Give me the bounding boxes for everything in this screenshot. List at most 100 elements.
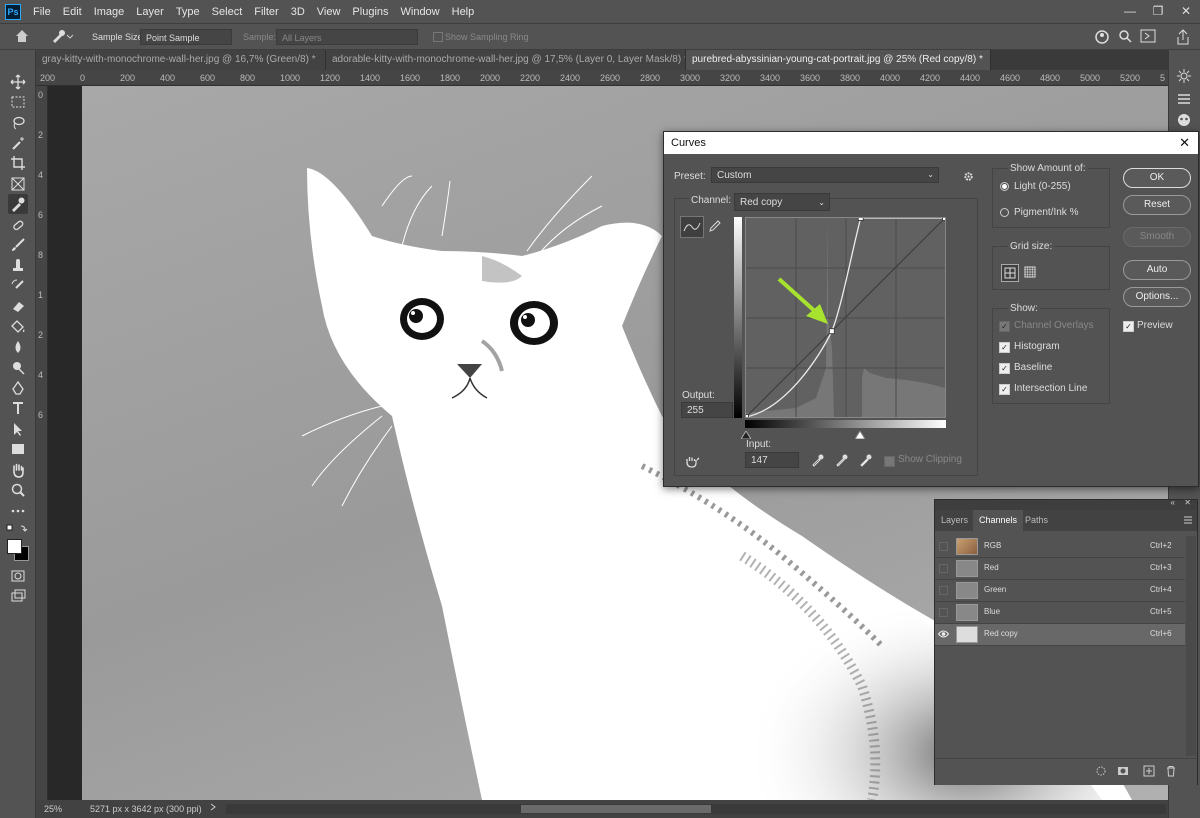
menu-filter[interactable]: Filter [248, 6, 284, 18]
channel-row-red[interactable]: Red Ctrl+3 [935, 558, 1185, 580]
home-icon[interactable] [14, 28, 30, 47]
frame-tool-icon[interactable] [8, 174, 28, 194]
menu-image[interactable]: Image [88, 6, 131, 18]
preset-select[interactable]: Custom ⌄ [711, 167, 939, 183]
gray-eyedropper-icon[interactable] [835, 453, 849, 470]
menu-select[interactable]: Select [206, 6, 249, 18]
marquee-tool-icon[interactable] [8, 92, 28, 112]
workspace-icon[interactable] [1140, 29, 1156, 46]
foreground-color-swatch[interactable] [7, 539, 22, 554]
preview-checkbox[interactable]: ✓ [1123, 321, 1134, 332]
reset-button[interactable]: Reset [1123, 195, 1191, 215]
status-menu-icon[interactable] [208, 802, 218, 814]
lasso-tool-icon[interactable] [8, 113, 28, 133]
on-image-adjust-hand-icon[interactable] [684, 454, 700, 471]
black-eyedropper-icon[interactable] [811, 453, 825, 470]
input-field[interactable]: 147 [745, 452, 799, 468]
pencil-icon[interactable] [707, 218, 723, 237]
scrollbar-thumb[interactable] [521, 805, 711, 813]
type-tool-icon[interactable] [8, 398, 28, 418]
tab-gray-kitty[interactable]: gray-kitty-with-monochrome-wall-her.jpg … [36, 50, 326, 70]
path-selection-tool-icon[interactable] [8, 419, 28, 439]
white-point-slider-icon[interactable] [854, 430, 866, 442]
channel-select[interactable]: Red copy ⌄ [734, 193, 830, 211]
menu-3d[interactable]: 3D [285, 6, 311, 18]
delete-channel-icon[interactable] [1165, 765, 1177, 780]
menu-layer[interactable]: Layer [130, 6, 170, 18]
channel-row-green[interactable]: Green Ctrl+4 [935, 580, 1185, 602]
zoom-tool-icon[interactable] [8, 480, 28, 500]
new-channel-icon[interactable] [1143, 765, 1155, 780]
collapse-panel-icon[interactable]: « [1171, 498, 1175, 507]
visibility-toggle[interactable] [939, 608, 948, 617]
channel-row-red-copy[interactable]: Red copy Ctrl+6 [935, 624, 1185, 646]
close-dialog-icon[interactable]: ✕ [1179, 132, 1190, 154]
brush-tool-icon[interactable] [8, 235, 28, 255]
crop-tool-icon[interactable] [8, 153, 28, 173]
curve-control-point[interactable] [942, 215, 948, 221]
pigment-radio[interactable] [1000, 208, 1009, 217]
zoom-level[interactable]: 25% [44, 804, 62, 814]
output-field[interactable]: 255 [681, 402, 733, 418]
simple-grid-icon[interactable] [1001, 264, 1019, 282]
panel-scrollbar[interactable] [1186, 536, 1196, 756]
tab-adorable-kitty[interactable]: adorable-kitty-with-monochrome-wall-her.… [326, 50, 686, 70]
ok-button[interactable]: OK [1123, 168, 1191, 188]
menu-plugins[interactable]: Plugins [346, 6, 394, 18]
tab-layers[interactable]: Layers [935, 510, 974, 531]
auto-button[interactable]: Auto [1123, 260, 1191, 280]
channel-row-blue[interactable]: Blue Ctrl+5 [935, 602, 1185, 624]
hand-tool-icon[interactable] [8, 460, 28, 480]
sample-size-select[interactable]: Point Sample [140, 29, 232, 45]
move-tool-icon[interactable] [8, 72, 28, 92]
preset-options-gear-icon[interactable] [963, 170, 976, 186]
visibility-toggle[interactable] [939, 564, 948, 573]
quick-mask-icon[interactable] [8, 566, 28, 586]
tab-channels[interactable]: Channels [973, 510, 1024, 531]
load-selection-icon[interactable] [1095, 765, 1107, 780]
learn-icon[interactable] [1176, 68, 1192, 87]
horizontal-scrollbar[interactable] [226, 804, 1166, 814]
channel-row-rgb[interactable]: RGB Ctrl+2 [935, 536, 1185, 558]
light-radio[interactable] [1000, 182, 1009, 191]
eraser-tool-icon[interactable] [8, 296, 28, 316]
search-icon[interactable] [1118, 29, 1132, 46]
blur-tool-icon[interactable] [8, 337, 28, 357]
menu-type[interactable]: Type [170, 6, 206, 18]
tab-abyssinian-cat[interactable]: purebred-abyssinian-young-cat-portrait.j… [686, 50, 991, 70]
menu-file[interactable]: File [27, 6, 57, 18]
share-icon[interactable] [1176, 29, 1190, 48]
default-colors-icon[interactable] [6, 524, 30, 534]
quick-selection-tool-icon[interactable] [8, 133, 28, 153]
history-brush-tool-icon[interactable] [8, 276, 28, 296]
menu-window[interactable]: Window [395, 6, 446, 18]
eyedropper-tool-icon[interactable] [8, 194, 28, 214]
healing-brush-tool-icon[interactable] [8, 215, 28, 235]
clone-stamp-tool-icon[interactable] [8, 256, 28, 276]
sample-select[interactable]: All Layers [276, 29, 418, 45]
visibility-toggle[interactable] [939, 586, 948, 595]
close-window-button[interactable]: ✕ [1172, 0, 1200, 23]
pen-tool-icon[interactable] [8, 378, 28, 398]
white-eyedropper-icon[interactable] [859, 453, 873, 470]
detailed-grid-icon[interactable] [1022, 264, 1038, 280]
restore-button[interactable]: ❐ [1144, 0, 1172, 23]
color-swatches[interactable] [6, 538, 30, 562]
menu-edit[interactable]: Edit [57, 6, 88, 18]
curve-point-tool[interactable] [680, 216, 704, 238]
curve-control-point[interactable] [828, 328, 835, 335]
menu-view[interactable]: View [311, 6, 347, 18]
close-panel-icon[interactable]: ✕ [1184, 498, 1191, 507]
show-clipping-checkbox[interactable] [884, 456, 895, 467]
intersection-line-checkbox[interactable]: ✓ [999, 384, 1010, 395]
curve-control-point[interactable] [743, 414, 749, 420]
eyedropper-tool-preset-icon[interactable] [50, 28, 74, 47]
edit-toolbar-icon[interactable] [8, 501, 28, 521]
histogram-checkbox[interactable]: ✓ [999, 342, 1010, 353]
menu-help[interactable]: Help [446, 6, 481, 18]
smooth-button[interactable]: Smooth [1123, 227, 1191, 247]
save-selection-icon[interactable] [1117, 765, 1129, 780]
channel-overlays-checkbox[interactable]: ✓ [999, 321, 1010, 332]
sampling-ring-checkbox[interactable] [433, 32, 443, 42]
minimize-button[interactable]: — [1116, 0, 1144, 23]
